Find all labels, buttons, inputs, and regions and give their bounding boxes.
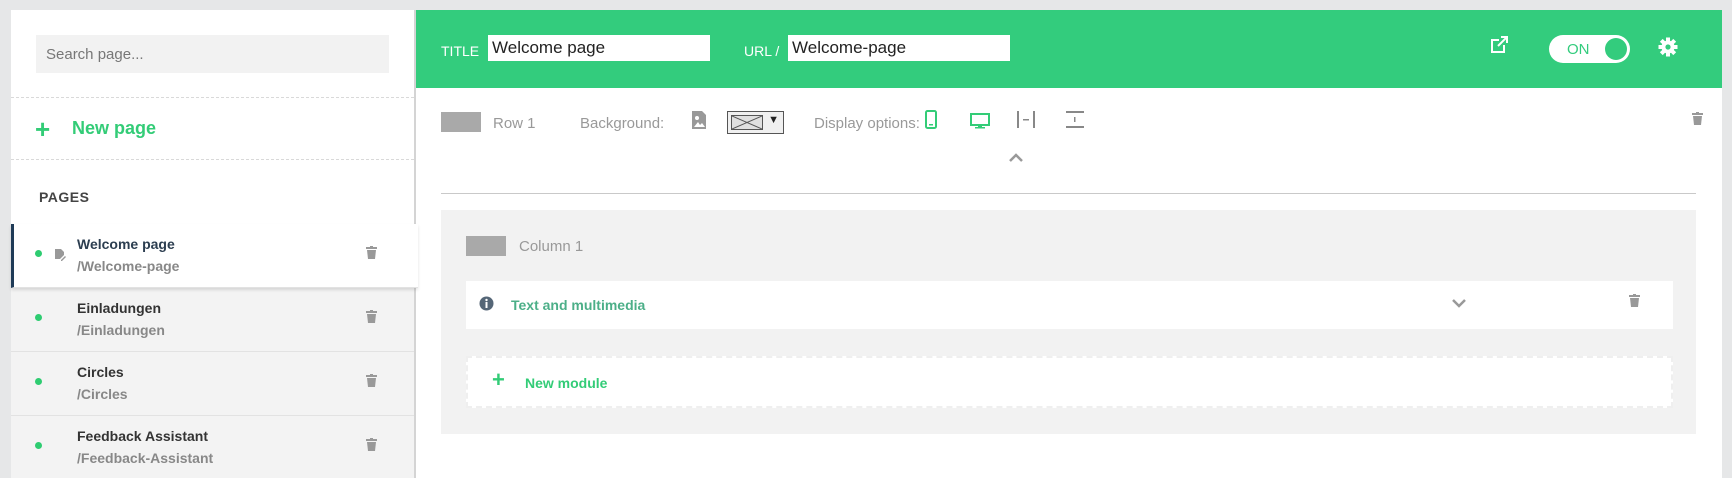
plus-icon: + bbox=[35, 113, 51, 144]
status-dot bbox=[35, 378, 42, 385]
page-item-circles[interactable]: Circles /Circles bbox=[11, 352, 414, 416]
trash-icon[interactable] bbox=[1629, 294, 1640, 312]
module-text-multimedia[interactable]: Text and multimedia bbox=[466, 281, 1673, 329]
gear-icon[interactable] bbox=[1658, 37, 1678, 62]
page-title: Welcome page bbox=[77, 236, 175, 252]
page-title: Feedback Assistant bbox=[77, 428, 208, 444]
trash-icon[interactable] bbox=[366, 310, 377, 328]
sidebar: + New page PAGES Welcome page /Welcome-p… bbox=[11, 10, 418, 478]
search-section bbox=[11, 10, 414, 98]
page-item-feedback-assistant[interactable]: Feedback Assistant /Feedback-Assistant bbox=[11, 416, 414, 478]
color-preview bbox=[731, 115, 763, 130]
background-color-select[interactable]: ▼ bbox=[727, 111, 784, 134]
page-item-einladungen[interactable]: Einladungen /Einladungen bbox=[11, 288, 414, 352]
module-label: Text and multimedia bbox=[511, 297, 646, 313]
new-module-label: New module bbox=[525, 375, 608, 391]
new-page-label: New page bbox=[72, 118, 157, 138]
title-input[interactable] bbox=[488, 35, 710, 61]
column-container: Column 1 Text and multimedia + New modul… bbox=[441, 210, 1696, 434]
page-url: /Circles bbox=[77, 386, 128, 402]
status-dot bbox=[35, 250, 42, 257]
display-options-label: Display options: bbox=[814, 115, 920, 132]
publish-toggle[interactable]: ON bbox=[1549, 35, 1630, 63]
pages-heading: PAGES bbox=[11, 160, 414, 224]
new-page-button[interactable]: + New page bbox=[11, 98, 414, 160]
status-dot bbox=[35, 442, 42, 449]
row-toolbar: Row 1 Background: ▼ Display options: bbox=[441, 98, 1703, 194]
image-icon[interactable] bbox=[692, 111, 706, 134]
dropdown-arrow-icon: ▼ bbox=[768, 114, 779, 126]
column-color-swatch[interactable] bbox=[466, 236, 506, 256]
main-editor: TITLE URL / ON bbox=[416, 10, 1722, 478]
info-icon bbox=[479, 296, 494, 316]
search-input[interactable] bbox=[36, 35, 389, 73]
page-header: TITLE URL / ON bbox=[416, 10, 1722, 88]
page-url: /Einladungen bbox=[77, 322, 165, 338]
row-label: Row 1 bbox=[493, 115, 536, 132]
chevron-down-icon[interactable] bbox=[1452, 295, 1466, 313]
page-item-welcome[interactable]: Welcome page /Welcome-page bbox=[11, 224, 418, 288]
new-module-button[interactable]: + New module bbox=[466, 356, 1673, 408]
desktop-icon[interactable] bbox=[970, 110, 990, 134]
edit-document-icon bbox=[54, 248, 66, 266]
trash-icon[interactable] bbox=[366, 374, 377, 392]
row-color-swatch[interactable] bbox=[441, 112, 481, 132]
trash-icon[interactable] bbox=[1692, 112, 1703, 130]
url-input[interactable] bbox=[788, 35, 1010, 61]
trash-icon[interactable] bbox=[366, 246, 377, 264]
url-label: URL / bbox=[744, 43, 780, 59]
full-height-icon[interactable] bbox=[1065, 110, 1085, 134]
background-label: Background: bbox=[580, 115, 665, 132]
column-label: Column 1 bbox=[519, 238, 584, 255]
page-title: Circles bbox=[77, 364, 124, 380]
page-url: /Feedback-Assistant bbox=[77, 450, 214, 466]
plus-icon: + bbox=[492, 367, 505, 392]
page-url: /Welcome-page bbox=[77, 258, 180, 274]
full-width-icon[interactable] bbox=[1016, 110, 1036, 134]
mobile-icon[interactable] bbox=[925, 110, 937, 134]
chevron-up-icon[interactable] bbox=[1009, 149, 1023, 167]
external-link-icon[interactable] bbox=[1488, 34, 1510, 61]
trash-icon[interactable] bbox=[366, 438, 377, 456]
toggle-knob bbox=[1605, 38, 1627, 60]
status-dot bbox=[35, 314, 42, 321]
page-title: Einladungen bbox=[77, 300, 161, 316]
toggle-label: ON bbox=[1567, 41, 1590, 58]
title-label: TITLE bbox=[441, 43, 480, 59]
